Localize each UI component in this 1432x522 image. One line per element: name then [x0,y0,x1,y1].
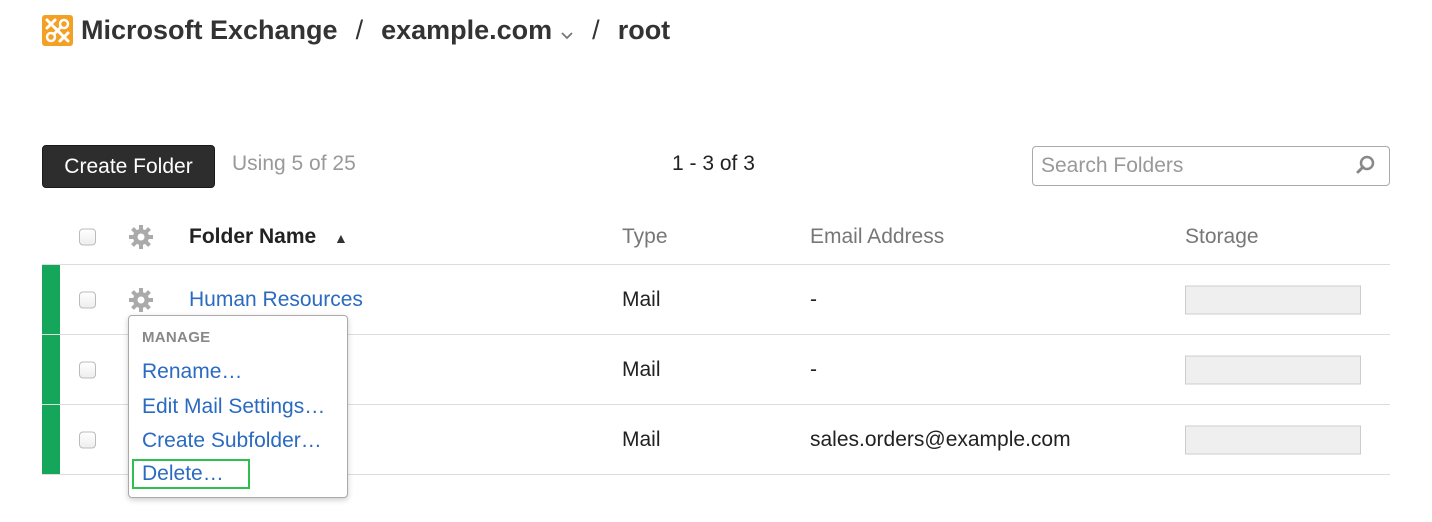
row-checkbox[interactable] [79,431,96,448]
table-header: Folder Name ▲ Type Email Address Storage [42,210,1390,265]
search-input[interactable] [1041,154,1355,178]
menu-item-create-subfolder[interactable]: Create Subfolder… [142,429,322,453]
gear-icon[interactable] [128,224,154,250]
folder-type: Mail [622,427,661,451]
gear-icon[interactable] [128,287,154,313]
storage-bar [1185,355,1361,384]
create-folder-button[interactable]: Create Folder [42,145,215,188]
row-checkbox[interactable] [79,291,96,308]
search-box[interactable] [1032,146,1390,186]
breadcrumb-domain[interactable]: example.com [381,15,552,46]
folder-type: Mail [622,357,661,381]
menu-item-rename[interactable]: Rename… [142,360,242,384]
breadcrumb-separator: / [355,14,364,45]
pagination-text: 1 - 3 of 3 [672,152,755,175]
folder-email: - [810,357,817,381]
chevron-down-icon[interactable] [560,17,574,48]
select-all-checkbox[interactable] [79,228,96,246]
menu-title: MANAGE [142,329,211,346]
column-header-email[interactable]: Email Address [810,225,944,249]
column-header-type[interactable]: Type [622,225,668,249]
row-checkbox[interactable] [79,361,96,378]
menu-item-delete[interactable]: Delete… [132,459,250,489]
breadcrumb-separator: / [592,14,600,45]
column-header-label: Folder Name [189,225,317,248]
status-stripe [42,405,60,474]
folder-email: sales.orders@example.com [810,427,1071,451]
folder-type: Mail [622,287,661,311]
breadcrumb-app[interactable]: Microsoft Exchange [81,15,338,46]
folder-email: - [810,287,817,311]
breadcrumb: Microsoft Exchange / example.com / root [42,12,670,48]
manage-menu: MANAGE Rename… Edit Mail Settings… Creat… [128,315,348,498]
storage-bar [1185,285,1361,314]
folder-name-link[interactable]: Human Resources [189,288,363,312]
status-stripe [42,265,60,334]
sort-ascending-icon: ▲ [334,230,348,246]
column-header-folder-name[interactable]: Folder Name ▲ [189,225,348,249]
column-header-storage[interactable]: Storage [1185,225,1259,249]
menu-item-edit-mail-settings[interactable]: Edit Mail Settings… [142,395,325,419]
search-icon[interactable] [1355,153,1377,180]
storage-bar [1185,425,1361,454]
usage-text: Using 5 of 25 [232,152,356,175]
exchange-logo-icon [42,14,73,46]
breadcrumb-folder: root [617,14,671,45]
status-stripe [42,335,60,404]
